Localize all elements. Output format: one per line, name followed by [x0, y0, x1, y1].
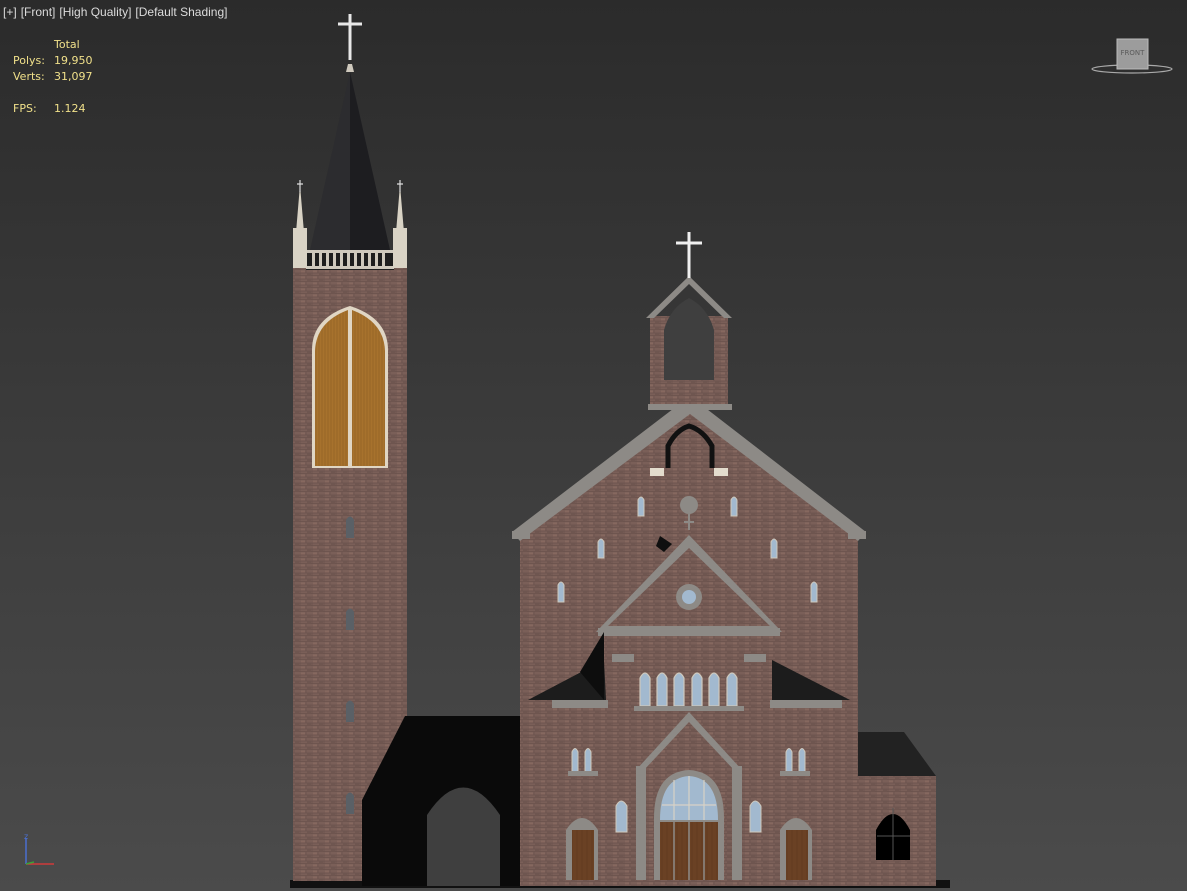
tower-cross: [338, 14, 362, 60]
axis-z-label: z: [24, 832, 29, 841]
viewcube-front-label[interactable]: FRONT: [1117, 49, 1148, 57]
axis-tripod: z: [18, 832, 60, 872]
church-model-render[interactable]: [0, 0, 1187, 891]
facade-cross: [676, 232, 702, 278]
viewcube-graphic[interactable]: [1090, 36, 1174, 78]
side-annex: [858, 732, 936, 886]
front-viewport[interactable]: [+] [Front] [High Quality] [Default Shading…: [0, 0, 1187, 891]
viewcube[interactable]: FRONT: [1090, 36, 1174, 78]
